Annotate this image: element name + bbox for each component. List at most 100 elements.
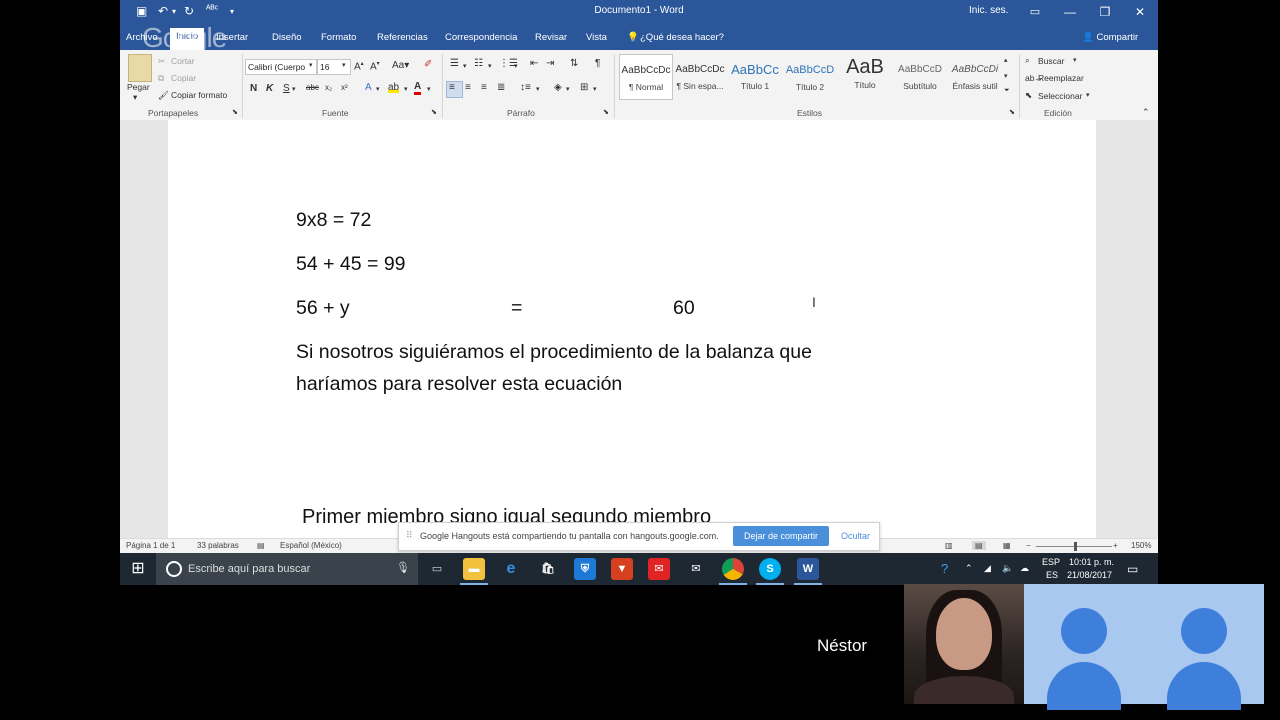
web-layout-icon[interactable]: ▦ — [1003, 541, 1011, 550]
read-mode-icon[interactable]: ▥ — [945, 541, 953, 550]
task-view-icon[interactable]: ▭ — [426, 558, 448, 580]
tab-formato[interactable]: Formato — [321, 32, 356, 43]
print-layout-icon[interactable]: ▤ — [972, 541, 986, 550]
sort-icon[interactable]: ⇅ — [570, 58, 578, 69]
windows-start-icon[interactable]: ⊞ — [120, 553, 156, 585]
volume-icon[interactable]: 🔈 — [1002, 563, 1013, 574]
clock-time[interactable]: 10:01 p. m. — [1069, 557, 1114, 567]
style-heading-2[interactable]: AaBbCcD Título 2 — [784, 54, 836, 98]
proofing-icon[interactable]: ▤ — [257, 541, 265, 550]
style-normal[interactable]: AaBbCcDc ¶ Normal — [619, 54, 673, 100]
align-right-icon[interactable]: ≡ — [481, 82, 487, 93]
minimize-button[interactable]: — — [1055, 2, 1085, 22]
numbering-icon[interactable]: ☷ — [474, 58, 483, 69]
decrease-indent-icon[interactable]: ⇤ — [530, 58, 538, 69]
multilevel-dropdown-icon[interactable]: ▾ — [514, 62, 518, 70]
numbering-dropdown-icon[interactable]: ▾ — [488, 62, 492, 70]
tray-chevron-icon[interactable]: ⌃ — [965, 563, 973, 574]
chrome-icon[interactable] — [722, 558, 744, 580]
security-shield-icon[interactable]: ⛨ — [574, 558, 596, 580]
onedrive-icon[interactable]: ☁ — [1020, 563, 1029, 574]
find-dropdown-icon[interactable]: ▾ — [1073, 56, 1077, 64]
zoom-out-icon[interactable]: − — [1026, 541, 1031, 550]
sign-in-link[interactable]: Inic. ses. — [969, 5, 1008, 16]
select-dropdown-icon[interactable]: ▾ — [1086, 91, 1090, 99]
collapse-ribbon-icon[interactable]: ⌃ — [1142, 107, 1150, 118]
share-button[interactable]: 👤 Compartir — [1082, 32, 1138, 43]
style-heading-1[interactable]: AaBbCc Título 1 — [729, 54, 781, 98]
clipboard-launcher-icon[interactable]: ⬊ — [232, 108, 238, 116]
ribbon-display-options-icon[interactable]: ▭ — [1020, 2, 1050, 22]
subscript-icon[interactable]: x₂ — [325, 83, 332, 92]
format-painter-button[interactable]: Copiar formato — [171, 90, 227, 100]
paste-dropdown-icon[interactable]: ▾ — [133, 92, 137, 103]
word-count[interactable]: 33 palabras — [197, 541, 239, 550]
font-name-combo[interactable]: Calibri (Cuerpo — [245, 59, 317, 75]
mail-app-icon[interactable]: ✉ — [648, 558, 670, 580]
styles-launcher-icon[interactable]: ⬊ — [1009, 108, 1015, 116]
find-button[interactable]: Buscar — [1038, 56, 1064, 66]
text-effects-dropdown-icon[interactable]: ▾ — [376, 85, 380, 93]
style-no-spacing[interactable]: AaBbCcDc ¶ Sin espa... — [674, 54, 726, 98]
pdf-icon[interactable]: ▼ — [611, 558, 633, 580]
grow-font-icon[interactable]: A▴ — [354, 60, 364, 72]
style-subtitle[interactable]: AaBbCcD Subtítulo — [894, 54, 946, 98]
font-name-dropdown-icon[interactable]: ▾ — [309, 61, 313, 69]
close-button[interactable]: ✕ — [1125, 2, 1155, 22]
tab-revisar[interactable]: Revisar — [535, 32, 567, 43]
font-launcher-icon[interactable]: ⬊ — [431, 108, 437, 116]
zoom-slider-thumb[interactable] — [1074, 542, 1077, 551]
file-explorer-icon[interactable]: ▬ — [463, 558, 485, 580]
borders-icon[interactable]: ⊞ — [580, 82, 588, 93]
text-effects-icon[interactable]: A — [365, 82, 372, 93]
select-button[interactable]: Seleccionar — [1038, 91, 1082, 101]
bullets-icon[interactable]: ☰ — [450, 58, 459, 69]
participants-tile[interactable] — [1024, 584, 1264, 710]
tab-correspondencia[interactable]: Correspondencia — [445, 32, 517, 43]
font-color-dropdown-icon[interactable]: ▾ — [427, 85, 431, 93]
align-center-icon[interactable]: ≡ — [465, 82, 471, 93]
copy-button[interactable]: Copiar — [171, 73, 196, 83]
pilcrow-icon[interactable]: ¶ — [595, 58, 600, 69]
increase-indent-icon[interactable]: ⇥ — [546, 58, 554, 69]
tab-referencias[interactable]: Referencias — [377, 32, 428, 43]
tab-vista[interactable]: Vista — [586, 32, 607, 43]
mail-icon[interactable]: ✉ — [685, 558, 707, 580]
styles-scroll-down-icon[interactable]: ▾ — [1004, 72, 1008, 80]
styles-more-icon[interactable]: ⏷ — [1004, 87, 1010, 95]
bold-icon[interactable]: N — [250, 83, 257, 94]
clock-date[interactable]: 21/08/2017 — [1067, 570, 1112, 580]
shading-icon[interactable]: ◈ — [554, 82, 562, 93]
zoom-in-icon[interactable]: + — [1113, 541, 1118, 550]
line-spacing-dropdown-icon[interactable]: ▾ — [536, 85, 540, 93]
help-icon[interactable]: ? — [941, 561, 948, 576]
taskbar-search[interactable]: Escribe aquí para buscar 🎙 — [156, 553, 418, 585]
store-icon[interactable]: 🛍 — [537, 558, 559, 580]
microphone-icon[interactable]: 🎙 — [396, 561, 410, 574]
font-color-icon[interactable]: A — [414, 81, 422, 95]
styles-scroll-up-icon[interactable]: ▴ — [1004, 56, 1008, 64]
language-status[interactable]: Español (México) — [280, 541, 342, 550]
style-title[interactable]: AaB Título — [839, 54, 891, 98]
tell-me-search[interactable]: ¿Qué desea hacer? — [640, 32, 724, 43]
action-center-icon[interactable]: ▭ — [1127, 562, 1138, 576]
language-indicator[interactable]: ESP — [1042, 557, 1060, 567]
network-icon[interactable]: ◢ — [984, 563, 991, 574]
clear-formatting-icon[interactable]: ✐ — [424, 59, 432, 70]
paragraph-launcher-icon[interactable]: ⬊ — [603, 108, 609, 116]
drag-handle-icon[interactable]: ⠿ — [406, 530, 413, 541]
borders-dropdown-icon[interactable]: ▾ — [593, 85, 597, 93]
change-case-icon[interactable]: Aa▾ — [392, 60, 409, 71]
highlight-icon[interactable]: ab — [388, 82, 400, 93]
font-size-dropdown-icon[interactable]: ▾ — [342, 61, 346, 69]
hide-banner-button[interactable]: Ocultar — [841, 531, 870, 541]
paste-button[interactable]: Pegar — [127, 82, 150, 92]
underline-dropdown-icon[interactable]: ▾ — [292, 85, 296, 93]
replace-button[interactable]: Reemplazar — [1038, 73, 1084, 83]
bullets-dropdown-icon[interactable]: ▾ — [463, 62, 467, 70]
tab-diseno[interactable]: Diseño — [272, 32, 302, 43]
shading-dropdown-icon[interactable]: ▾ — [566, 85, 570, 93]
highlight-dropdown-icon[interactable]: ▾ — [404, 85, 408, 93]
stop-sharing-button[interactable]: Dejar de compartir — [733, 526, 829, 546]
edge-icon[interactable]: e — [500, 558, 522, 580]
